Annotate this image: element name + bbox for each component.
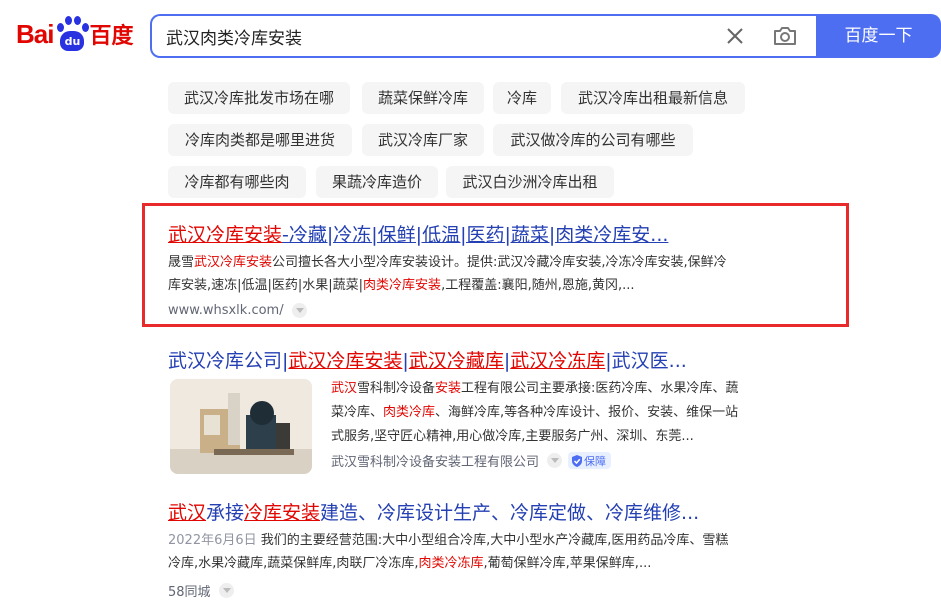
abstract-text: ,葡萄保鲜冷库,苹果保鲜库,... [483,556,652,571]
result-date: 2022年6月6日 [168,533,257,548]
related-tag[interactable]: 冷库 [493,82,551,114]
abstract-highlight: 肉类冷库安装 [363,278,442,293]
clear-icon[interactable] [724,25,746,47]
abstract-text: 我们的主要经营范围:大中小型组合冷库,大中小型水产冷藏库,医用药品冷库、雪糕 [256,533,729,548]
logo-du-text: du [60,31,85,51]
source-text: 58同城 [168,585,211,600]
paw-icon: du [54,15,90,53]
title-text: -冷藏|冷冻|保鲜|低温|医药|蔬菜|肉类冷库安... [282,224,669,246]
abstract-text: 、海鲜冷库,等各种冷库设计、报价、安装、维保一站 [435,405,739,420]
logo-cn-text: 百度 [89,24,134,49]
related-tag[interactable]: 蔬菜保鲜冷库 [362,82,484,114]
abstract-text: 雪科制冷设备 [357,381,436,396]
result-thumbnail[interactable] [170,379,312,474]
search-result: 武汉冷库公司|武汉冷库安装|武汉冷藏库|武汉冷冻库|武汉医... [168,346,687,373]
related-tag[interactable]: 武汉白沙洲冷库出租 [446,166,614,198]
title-highlight: 武汉 [168,502,207,524]
title-highlight: 武汉冷藏库 [408,350,504,372]
title-text: 武汉冷库公司| [168,350,289,372]
search-button[interactable]: 百度一下 [816,14,941,58]
abstract-text: 晟雪 [168,255,195,270]
abstract-text: 冷库,水果冷藏库,蔬菜保鲜库,肉联厂冷冻库, [168,556,419,571]
abstract-highlight: 安装 [435,381,462,396]
chevron-down-icon[interactable] [218,583,234,598]
guarantee-badge[interactable]: 保障 [568,452,612,469]
result-abstract: 2022年6月6日 我们的主要经营范围:大中小型组合冷库,大中小型水产冷藏库,医… [168,529,808,575]
title-highlight: 冷库安装 [244,502,321,524]
url-text: www.whsxlk.com/ [168,303,284,318]
result-abstract: 晟雪武汉冷库安装公司擅长各大小型冷库安装设计。提供:武汉冷藏冷库安装,冷冻冷库安… [168,251,808,297]
result-abstract: 武汉雪科制冷设备安装工程有限公司主要承接:医药冷库、水果冷库、蔬 菜冷库、肉类冷… [331,377,811,449]
refrigeration-equipment-image [170,379,312,474]
title-highlight: 武汉冷库安装 [288,350,403,372]
related-tag[interactable]: 果蔬冷库造价 [316,166,438,198]
shield-check-icon [572,454,583,467]
abstract-text: 式服务,坚守匠心精神,用心做冷库,主要服务广州、深圳、东莞... [331,429,694,444]
search-result: 武汉冷库安装-冷藏|冷冻|保鲜|低温|医药|蔬菜|肉类冷库安... 晟雪武汉冷库… [168,220,808,318]
abstract-highlight: 武汉冷库安装 [194,255,273,270]
search-result-body: 武汉雪科制冷设备安装工程有限公司主要承接:医药冷库、水果冷库、蔬 菜冷库、肉类冷… [331,377,811,470]
related-tag[interactable]: 武汉冷库厂家 [362,124,484,156]
abstract-text: 菜冷库、 [331,405,384,420]
related-tag[interactable]: 武汉冷库批发市场在哪 [168,82,350,114]
chevron-down-icon[interactable] [291,303,307,318]
abstract-text: ,工程覆盖:襄阳,随州,恩施,黄冈,... [441,278,635,293]
result-source[interactable]: 58同城 [168,581,808,600]
related-tag[interactable]: 武汉做冷库的公司有哪些 [493,124,693,156]
badge-label: 保障 [584,454,607,468]
related-tag[interactable]: 冷库都有哪些肉 [168,166,306,198]
abstract-text: 工程有限公司主要承接:医药冷库、水果冷库、蔬 [461,381,739,396]
baidu-logo[interactable]: Bai du 百度 [16,14,133,54]
abstract-text: 库安装,速冻|低温|医药|水果|蔬菜| [168,278,364,293]
related-tag[interactable]: 冷库肉类都是哪里进货 [168,124,352,156]
abstract-highlight: 肉类冷库 [383,405,436,420]
abstract-highlight: 武汉 [331,381,358,396]
related-tag[interactable]: 武汉冷库出租最新信息 [561,82,745,114]
abstract-text: 公司擅长各大小型冷库安装设计。提供:武汉冷藏冷库安装,冷冻冷库安装,保鲜冷 [272,255,727,270]
search-result: 武汉承接冷库安装建造、冷库设计生产、冷库定做、冷库维修... 2022年6月6日… [168,498,808,600]
search-box [150,14,816,58]
search-input[interactable] [166,16,706,56]
title-highlight: 武汉冷冻库 [510,350,606,372]
abstract-highlight: 肉类冷冻库 [418,556,484,571]
result-title-link[interactable]: 武汉承接冷库安装建造、冷库设计生产、冷库定做、冷库维修... [168,498,808,525]
title-highlight: 武汉冷库安装 [168,224,283,246]
title-text: 建造、冷库设计生产、冷库定做、冷库维修... [320,502,700,524]
title-text: |武汉医... [605,350,687,372]
result-source[interactable]: 武汉雪科制冷设备安装工程有限公司 保障 [331,451,811,470]
camera-icon[interactable] [772,24,798,48]
result-title-link[interactable]: 武汉冷库安装-冷藏|冷冻|保鲜|低温|医药|蔬菜|肉类冷库安... [168,220,808,247]
chevron-down-icon[interactable] [547,453,563,468]
source-text: 武汉雪科制冷设备安装工程有限公司 [331,455,540,470]
result-title-link[interactable]: 武汉冷库公司|武汉冷库安装|武汉冷藏库|武汉冷冻库|武汉医... [168,346,687,373]
logo-bai-text: Bai [16,18,54,49]
result-url[interactable]: www.whsxlk.com/ [168,303,808,318]
title-text: 承接 [206,502,245,524]
